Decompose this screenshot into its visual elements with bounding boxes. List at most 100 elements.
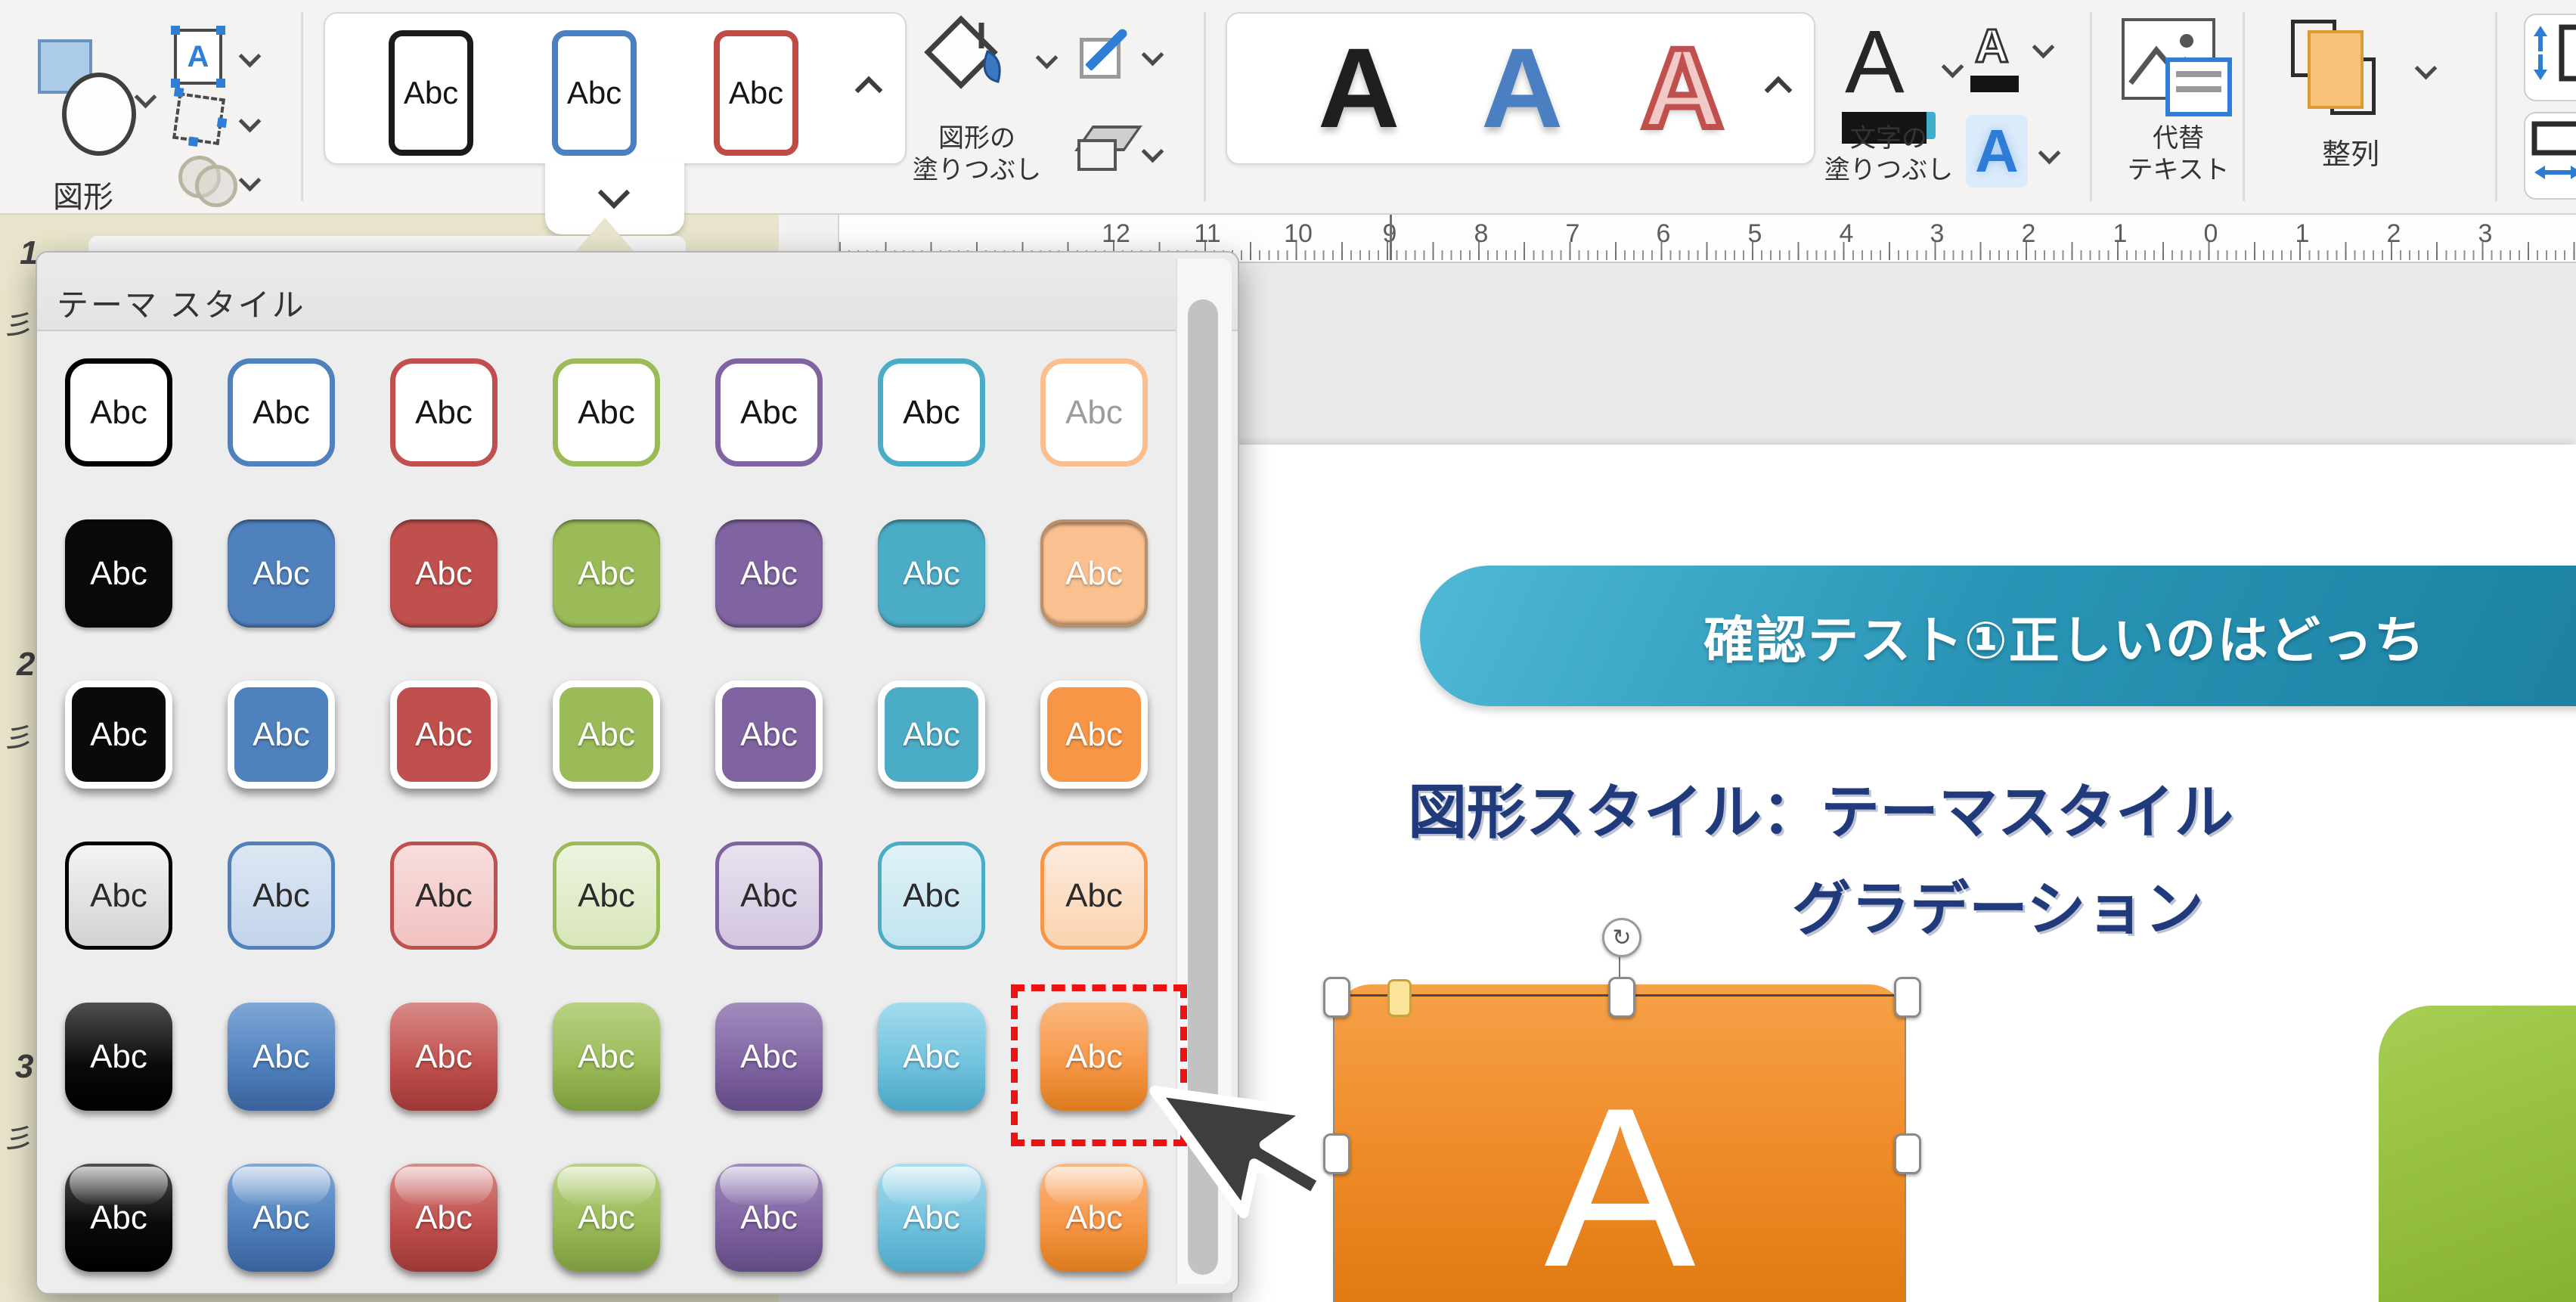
ribbon-shape-format: 図形 A Abc Abc: [0, 0, 2576, 215]
slide-editing-area[interactable]: 確認テスト①正しいのはどっち 図形スタイル：テーマスタイル グラデーション A …: [1232, 445, 2576, 1302]
eraser-icon: [1077, 139, 1117, 171]
resize-handle-middle-right[interactable]: [1894, 1133, 1921, 1174]
gallery-more-arrow-icon[interactable]: [1765, 76, 1793, 104]
theme-style-item[interactable]: Abc: [553, 358, 660, 467]
theme-style-item[interactable]: Abc: [65, 680, 172, 789]
wordart-styles-gallery: A A A: [1226, 12, 1815, 165]
edit-points-button[interactable]: [175, 95, 222, 142]
text-outline-button[interactable]: A: [1970, 20, 2031, 95]
text-box-icon: A: [174, 29, 222, 85]
text-effects-button[interactable]: A: [1966, 115, 2034, 191]
chevron-down-icon[interactable]: [1142, 141, 1164, 163]
theme-style-item[interactable]: Abc: [228, 1003, 335, 1111]
theme-style-item[interactable]: Abc: [228, 358, 335, 467]
theme-style-item[interactable]: Abc: [228, 842, 335, 950]
theme-style-item[interactable]: Abc: [228, 1164, 335, 1272]
gallery-more-arrow-icon[interactable]: [855, 76, 883, 104]
caption-box-icon: [2165, 57, 2232, 116]
wordart-thumb-red-outline[interactable]: A: [1641, 27, 1723, 148]
slide-number: 3: [15, 1048, 33, 1086]
merge-shapes-button[interactable]: [178, 156, 231, 201]
popover-title: テーマ スタイル: [57, 280, 306, 326]
alt-text-label: 代替 テキスト: [2106, 122, 2250, 186]
text-box-button[interactable]: A: [174, 29, 222, 85]
theme-style-item[interactable]: Abc: [553, 1164, 660, 1272]
theme-styles-popover: テーマ スタイル Abc Abc Abc Abc Abc Abc Abc Abc…: [36, 251, 1239, 1294]
chevron-down-icon[interactable]: [2038, 142, 2061, 165]
theme-style-item[interactable]: Abc: [553, 680, 660, 789]
resize-handle-top-right[interactable]: [1894, 977, 1921, 1018]
theme-style-item[interactable]: Abc: [228, 680, 335, 789]
theme-style-item[interactable]: Abc: [878, 842, 985, 950]
chevron-down-icon[interactable]: [1142, 44, 1164, 67]
chevron-down-icon[interactable]: [2032, 36, 2055, 59]
theme-style-item[interactable]: Abc: [878, 1003, 985, 1111]
theme-style-item[interactable]: Abc: [553, 519, 660, 628]
theme-style-item[interactable]: Abc: [390, 1003, 498, 1111]
shape-fill-button[interactable]: [915, 15, 1036, 129]
rotation-handle[interactable]: ↻: [1602, 918, 1641, 957]
theme-style-item[interactable]: Abc: [1040, 842, 1148, 950]
alt-text-button[interactable]: [2122, 18, 2243, 124]
theme-style-item[interactable]: Abc: [715, 519, 823, 628]
shape-effects-button[interactable]: [1077, 126, 1130, 171]
insert-shape-button[interactable]: 図形: [0, 0, 174, 213]
width-control-button[interactable]: [2524, 112, 2576, 200]
thumbnail-mark: 彡: [0, 298, 39, 347]
slide-heading-line1[interactable]: 図形スタイル：テーマスタイル: [1408, 765, 2233, 850]
chevron-down-icon[interactable]: [135, 86, 157, 109]
theme-style-item[interactable]: Abc: [1040, 1164, 1148, 1272]
theme-style-item[interactable]: Abc: [65, 1164, 172, 1272]
theme-style-item[interactable]: Abc: [390, 519, 498, 628]
shape-adjust-handle[interactable]: [1387, 979, 1412, 1017]
wordart-thumb-black[interactable]: A: [1318, 27, 1400, 148]
chevron-down-icon[interactable]: [239, 45, 262, 68]
theme-style-item[interactable]: Abc: [715, 680, 823, 789]
theme-style-item[interactable]: Abc: [553, 1003, 660, 1111]
shape-style-thumb-blue[interactable]: Abc: [552, 30, 637, 156]
thumbnail-mark: 彡: [0, 711, 39, 760]
height-control-button[interactable]: [2524, 14, 2576, 101]
theme-style-item[interactable]: Abc: [553, 842, 660, 950]
theme-style-item[interactable]: Abc: [715, 842, 823, 950]
resize-handle-top-left[interactable]: [1323, 977, 1350, 1018]
theme-style-item[interactable]: Abc: [878, 358, 985, 467]
theme-style-item[interactable]: Abc: [878, 680, 985, 789]
theme-style-item[interactable]: Abc: [65, 519, 172, 628]
shape-style-thumb-black[interactable]: Abc: [389, 30, 473, 156]
chevron-down-icon[interactable]: [1036, 47, 1059, 70]
arrange-button[interactable]: [2291, 20, 2412, 133]
orange-rounded-rectangle-shape[interactable]: A: [1334, 984, 1905, 1302]
chevron-down-icon[interactable]: [2415, 57, 2438, 80]
theme-style-item[interactable]: Abc: [390, 680, 498, 789]
theme-style-item[interactable]: Abc: [715, 358, 823, 467]
theme-style-item[interactable]: Abc: [228, 519, 335, 628]
theme-style-item[interactable]: Abc: [715, 1003, 823, 1111]
theme-style-item[interactable]: Abc: [878, 519, 985, 628]
theme-style-item[interactable]: Abc: [1040, 519, 1148, 628]
text-fill-A-icon: A: [1845, 17, 1905, 107]
theme-style-item[interactable]: Abc: [1040, 358, 1148, 467]
theme-style-item[interactable]: Abc: [65, 358, 172, 467]
theme-style-item[interactable]: Abc: [390, 1164, 498, 1272]
paint-bucket-icon: [915, 15, 1013, 98]
shape-style-thumb-red[interactable]: Abc: [714, 30, 798, 156]
slide-heading-line2[interactable]: グラデーション: [1792, 862, 2203, 947]
shape-fill-label: 図形の 塗りつぶし: [901, 122, 1052, 186]
theme-style-item[interactable]: Abc: [65, 842, 172, 950]
wordart-thumb-blue[interactable]: A: [1481, 27, 1563, 148]
theme-styles-grid: Abc Abc Abc Abc Abc Abc Abc Abc Abc Abc …: [65, 358, 1148, 1272]
shape-outline-button[interactable]: [1080, 27, 1133, 80]
chevron-down-icon[interactable]: [1942, 56, 1964, 79]
theme-style-item[interactable]: Abc: [65, 1003, 172, 1111]
theme-style-item[interactable]: Abc: [715, 1164, 823, 1272]
chevron-down-icon[interactable]: [239, 110, 262, 133]
resize-handle-top-center[interactable]: [1608, 977, 1635, 1018]
green-rounded-rectangle-shape[interactable]: [2379, 1006, 2576, 1302]
theme-style-item[interactable]: Abc: [1040, 680, 1148, 789]
theme-style-item[interactable]: Abc: [390, 842, 498, 950]
slide-title-banner[interactable]: 確認テスト①正しいのはどっち: [1420, 566, 2576, 706]
theme-style-item[interactable]: Abc: [390, 358, 498, 467]
chevron-down-icon[interactable]: [239, 169, 262, 192]
theme-style-item[interactable]: Abc: [878, 1164, 985, 1272]
